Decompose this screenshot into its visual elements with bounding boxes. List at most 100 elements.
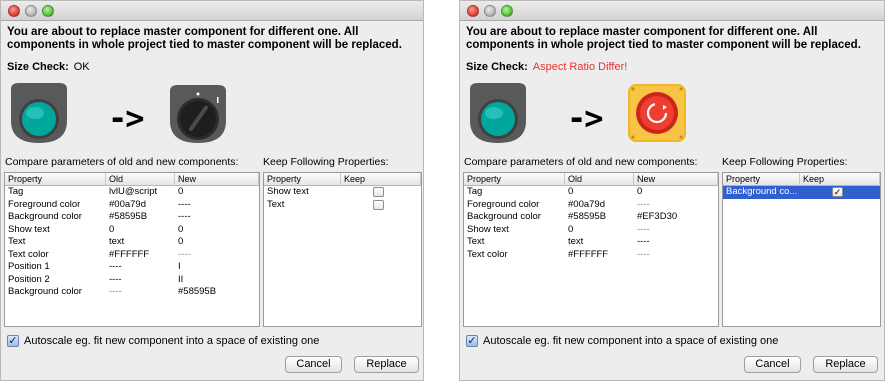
cell-old: #00a79d [568,198,605,210]
column-header-keep[interactable]: Keep [800,173,880,186]
cell-old: #58595B [568,211,607,222]
minimize-window-button[interactable] [484,5,496,17]
table-row[interactable]: Show text 0 0 [5,224,259,237]
cell-new: ---- [178,198,191,210]
autoscale-option[interactable]: ✓ Autoscale eg. fit new component into a… [466,335,778,347]
table-row[interactable]: Background color #58595B ---- [5,211,259,224]
cell-new: 0 [178,223,184,235]
cell-property: Background color [467,211,541,222]
keep-properties-table[interactable]: Property Keep Show text Text [263,172,422,327]
replace-button[interactable]: Replace [813,356,878,373]
replace-button[interactable]: Replace [354,356,419,373]
autoscale-label: Autoscale eg. fit new component into a s… [483,335,779,347]
column-header-property[interactable]: Property [5,173,106,186]
cell-property: Show text [8,223,50,235]
cell-property: Text color [467,248,508,260]
cell-new: ---- [637,248,650,260]
rotary-switch-icon [170,85,226,143]
cell-old: ---- [109,261,122,272]
table-row[interactable]: Foreground color #00a79d ---- [5,199,259,212]
autoscale-checkbox[interactable]: ✓ [7,335,19,347]
replace-arrow: -> [567,99,604,137]
cell-old: #58595B [109,211,148,222]
cell-property: Text [467,236,485,247]
compare-label: Compare parameters of old and new compon… [464,156,698,168]
replace-arrow: -> [108,99,145,137]
table-row[interactable]: Text color #FFFFFF ---- [5,249,259,262]
cell-old: text [568,236,584,247]
autoscale-checkbox[interactable]: ✓ [466,335,478,347]
table-row[interactable]: Show text [264,186,421,199]
column-header-property[interactable]: Property [264,173,341,186]
cell-property: Tag [467,186,483,197]
cell-old: #00a79d [109,198,146,210]
table-header: Property Old New [5,173,259,186]
keep-checkbox[interactable] [373,199,384,210]
table-row[interactable]: Text [264,199,421,212]
zoom-window-button[interactable] [501,5,513,17]
cell-new: 0 [178,186,184,197]
size-check: Size Check: Aspect Ratio Differ! [466,61,627,73]
table-row[interactable]: Background color ---- #58595B [5,286,259,299]
column-header-new[interactable]: New [175,173,259,186]
window-titlebar [460,1,884,21]
cancel-button[interactable]: Cancel [285,356,342,373]
old-component-push-button-icon [11,83,67,143]
table-row[interactable]: Show text 0 ---- [464,224,718,237]
keep-label: Keep Following Properties: [263,156,389,168]
window-titlebar [1,1,423,21]
warning-message: You are about to replace master componen… [466,26,861,51]
table-row[interactable]: Text text 0 [5,236,259,249]
cell-new: ---- [637,223,650,235]
size-check-value: Aspect Ratio Differ! [532,61,628,73]
close-window-button[interactable] [467,5,479,17]
keep-label: Keep Following Properties: [722,156,848,168]
cell-property: Background co... [726,186,798,197]
column-header-keep[interactable]: Keep [341,173,421,186]
cell-new: II [178,273,184,285]
size-check-value: OK [73,61,90,73]
cell-new: #58595B [178,286,217,297]
keep-checkbox[interactable] [373,187,384,197]
table-header: Property Old New [464,173,718,186]
size-check-label: Size Check: [466,61,528,73]
table-row[interactable]: Foreground color #00a79d ---- [464,199,718,212]
column-header-new[interactable]: New [634,173,718,186]
cell-old: lvlU@script [109,186,158,197]
table-row-selected[interactable]: Background co... ✓ [723,186,880,199]
minimize-window-button[interactable] [25,5,37,17]
table-row[interactable]: Text color #FFFFFF ---- [464,249,718,262]
cell-old: 0 [109,223,115,235]
parameters-table[interactable]: Property Old New Tag lvlU@script 0 Foregro… [4,172,260,327]
column-header-old[interactable]: Old [106,173,175,186]
cell-old: ---- [109,273,122,285]
keep-checkbox-checked[interactable]: ✓ [832,187,843,197]
table-row[interactable]: Position 2 ---- II [5,274,259,287]
table-row[interactable]: Position 1 ---- I [5,261,259,274]
size-check-label: Size Check: [7,61,69,73]
zoom-window-button[interactable] [42,5,54,17]
cell-new: 0 [637,186,643,197]
table-row[interactable]: Text text ---- [464,236,718,249]
autoscale-option[interactable]: ✓ Autoscale eg. fit new component into a… [7,335,319,347]
table-row[interactable]: Tag 0 0 [464,186,718,199]
close-window-button[interactable] [8,5,20,17]
parameters-table[interactable]: Property Old New Tag 0 0 Foreground color #… [463,172,719,327]
table-row[interactable]: Background color #58595B #EF3D30 [464,211,718,224]
warning-message: You are about to replace master componen… [7,26,402,51]
cell-property: Tag [8,186,24,197]
column-header-old[interactable]: Old [565,173,634,186]
keep-properties-table[interactable]: Property Keep Background co... ✓ [722,172,881,327]
cell-property: Text color [8,248,49,260]
column-header-property[interactable]: Property [464,173,565,186]
cell-new: 0 [178,236,184,247]
cell-property: Show text [467,223,509,235]
cell-new: ---- [637,236,650,247]
table-header: Property Keep [264,173,421,186]
cancel-button[interactable]: Cancel [744,356,801,373]
replace-component-dialog-right: You are about to replace master componen… [459,0,885,381]
table-row[interactable]: Tag lvlU@script 0 [5,186,259,199]
cell-new: I [178,261,181,272]
cell-property: Text [8,236,26,247]
column-header-property[interactable]: Property [723,173,800,186]
